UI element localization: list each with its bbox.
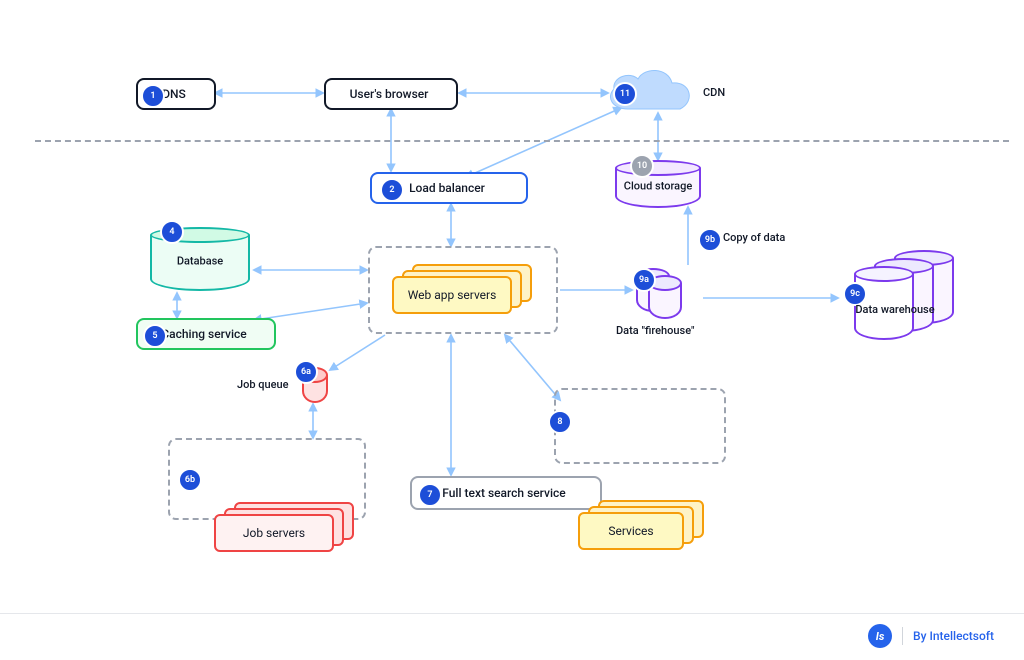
node-services-label: Services (608, 524, 653, 538)
badge-copy-of-data: 9b (698, 228, 722, 252)
badge-services: 8 (548, 410, 572, 434)
label-firehouse: Data "firehouse" (616, 324, 695, 337)
node-search-label: Full text search service (442, 486, 565, 500)
client-server-divider (35, 140, 1009, 142)
node-web-servers-label: Web app servers (408, 288, 497, 302)
badge-firehouse: 9a (632, 268, 656, 292)
node-cloud-storage-label: Cloud storage (615, 179, 701, 192)
badge-job-servers: 6b (178, 468, 202, 492)
badge-search: 7 (418, 483, 442, 507)
node-dns-label: DNS (162, 87, 186, 101)
label-job-queue: Job queue (237, 378, 289, 391)
node-web-servers: Web app servers (392, 264, 532, 314)
footer-separator (902, 627, 903, 645)
badge-dns: 1 (141, 84, 165, 108)
brand-logo-icon: Is (868, 624, 892, 648)
footer: Is By Intellectsoft (868, 624, 994, 648)
node-database-label: Database (150, 254, 250, 267)
node-job-servers-label: Job servers (243, 526, 305, 540)
footer-divider (0, 613, 1024, 614)
label-data-warehouse: Data warehouse (840, 303, 950, 316)
group-services (554, 388, 726, 464)
badge-database: 4 (160, 220, 184, 244)
footer-credit: By Intellectsoft (913, 629, 994, 643)
node-browser: User's browser (324, 78, 458, 110)
node-cloud-storage: Cloud storage (615, 160, 701, 208)
node-browser-label: User's browser (350, 87, 429, 101)
badge-load-balancer: 2 (380, 178, 404, 202)
node-caching-label: Caching service (161, 327, 246, 341)
badge-job-queue: 6a (294, 360, 318, 384)
node-job-servers: Job servers (214, 502, 354, 552)
badge-caching: 5 (143, 324, 167, 348)
label-cdn: CDN (703, 86, 725, 99)
node-services: Services (578, 500, 708, 550)
badge-cloud-storage: 10 (630, 154, 654, 178)
badge-cdn: 11 (613, 82, 637, 106)
label-copy-of-data: Copy of data (723, 231, 785, 244)
node-load-balancer-label: Load balancer (409, 181, 485, 195)
